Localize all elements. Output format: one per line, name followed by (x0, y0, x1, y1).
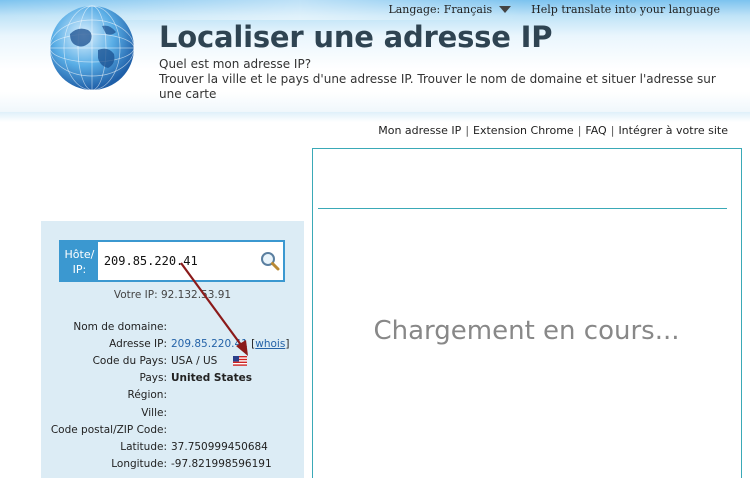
longitude-value: -97.821998596191 (171, 458, 272, 471)
your-ip-text: Votre IP: 92.132.53.91 (113, 289, 232, 301)
top-bar: Langage: Français Help translate into yo… (388, 2, 720, 16)
city-label: Ville: (141, 406, 167, 419)
country-code-value: USA / US (171, 354, 218, 367)
page-subtitle: Quel est mon adresse IP? Trouver la vill… (159, 57, 719, 102)
host-search-box: Hôte/ IP: (59, 240, 285, 282)
host-input[interactable] (97, 242, 257, 280)
nav-faq[interactable]: FAQ (585, 124, 606, 137)
us-flag-icon (232, 355, 247, 366)
info-row-longitude: Longitude: -97.821998596191 (41, 456, 304, 473)
nav-separator: | (610, 124, 615, 137)
map-panel[interactable]: Chargement en cours... (312, 148, 742, 478)
nav-separator: | (577, 124, 582, 137)
info-row-ip: Adresse IP: 209.85.220.41 [whois] (41, 335, 304, 352)
subtitle-line-1: Quel est mon adresse IP? (159, 57, 312, 71)
info-row-country-code: Code du Pays: USA / US (41, 352, 304, 369)
longitude-label: Longitude: (111, 458, 167, 471)
language-selector[interactable]: Langage: Français (388, 3, 525, 16)
info-row-zip: Code postal/ZIP Code: (41, 421, 304, 438)
search-button[interactable] (257, 242, 283, 280)
latitude-label: Latitude: (120, 440, 167, 453)
country-code-cell: USA / US (171, 355, 304, 367)
top-nav: Mon adresse IP | Extension Chrome | FAQ … (378, 124, 728, 137)
host-label: Hôte/ IP: (61, 242, 98, 280)
map-divider (318, 208, 727, 209)
header-banner: Langage: Français Help translate into yo… (0, 0, 750, 112)
globe-logo-icon (49, 5, 135, 91)
info-row-region: Région: (41, 387, 304, 404)
info-row-city: Ville: (41, 404, 304, 421)
nav-separator: | (465, 124, 470, 137)
zip-label: Code postal/ZIP Code: (50, 423, 167, 436)
whois-link[interactable]: whois (255, 338, 285, 350)
ip-value-cell: 209.85.220.41 [whois] (171, 337, 290, 350)
map-loading-text: Chargement en cours... (373, 316, 680, 346)
latitude-value: 37.750999450684 (171, 440, 268, 453)
ip-value: 209.85.220.41 (171, 337, 248, 350)
nav-chrome-extension[interactable]: Extension Chrome (473, 124, 574, 137)
lookup-panel: Hôte/ IP: Votre IP: 92.132.53.91 Nom de … (41, 221, 304, 478)
header-separator (0, 112, 750, 122)
country-label: Pays: (139, 372, 167, 385)
page-title: Localiser une adresse IP (159, 20, 553, 54)
country-code-label: Code du Pays: (92, 354, 167, 367)
domain-label: Nom de domaine: (73, 320, 167, 333)
chevron-down-icon (499, 5, 512, 13)
info-row-domain: Nom de domaine: (41, 318, 304, 335)
subtitle-line-2: Trouver la ville et le pays d'une adress… (159, 72, 716, 101)
info-row-country: Pays: United States (41, 370, 304, 387)
info-row-latitude: Latitude: 37.750999450684 (41, 438, 304, 455)
region-label: Région: (127, 389, 167, 402)
nav-my-ip[interactable]: Mon adresse IP (378, 124, 461, 137)
nav-embed[interactable]: Intégrer à votre site (618, 124, 728, 137)
search-icon (260, 252, 280, 271)
ip-label: Adresse IP: (109, 337, 167, 350)
language-label: Langage: Français (388, 2, 493, 16)
ip-info-table: Nom de domaine: Adresse IP: 209.85.220.4… (41, 318, 304, 473)
country-value: United States (171, 372, 252, 385)
help-translate-link[interactable]: Help translate into your language (531, 3, 720, 16)
